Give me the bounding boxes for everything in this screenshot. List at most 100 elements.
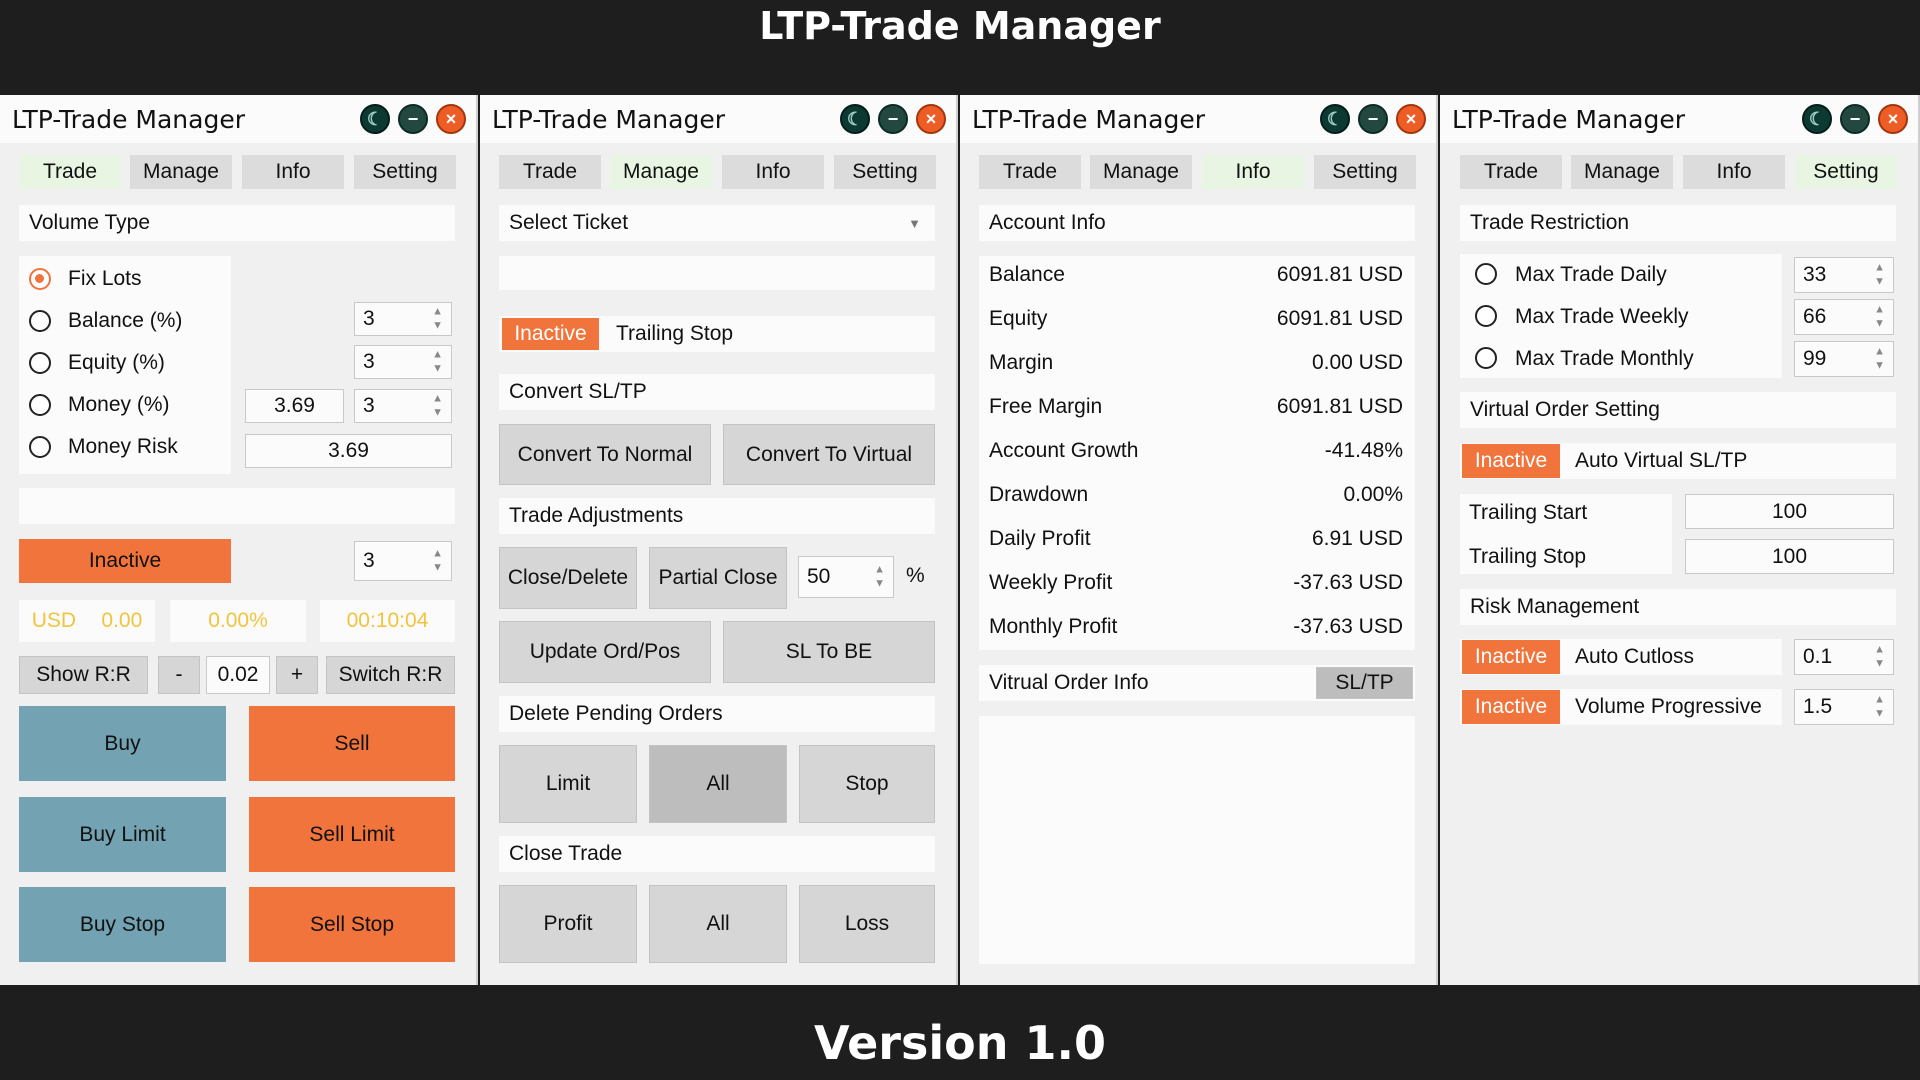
convert-to-normal-button[interactable]: Convert To Normal — [499, 424, 711, 485]
close-icon[interactable]: × — [1878, 104, 1908, 134]
partial-close-button[interactable]: Partial Close — [649, 547, 787, 609]
equity-pct-stepper[interactable]: 3 ▲ ▼ — [354, 345, 452, 379]
update-ord-pos-button[interactable]: Update Ord/Pos — [499, 621, 711, 683]
auto-cutloss-status[interactable]: Inactive — [1462, 640, 1560, 674]
tab-info[interactable]: Info — [1202, 155, 1304, 189]
show-rr-button[interactable]: Show R:R — [19, 656, 148, 694]
max-trade-weekly-stepper[interactable]: 66 ▲ ▼ — [1794, 299, 1894, 335]
trade-adjustments-header: Trade Adjustments — [499, 498, 935, 534]
radio-fix-lots[interactable] — [29, 268, 51, 290]
delete-limit-button[interactable]: Limit — [499, 745, 637, 823]
switch-rr-button[interactable]: Switch R:R — [326, 656, 455, 694]
close-trade-header: Close Trade — [499, 836, 935, 872]
minimize-icon[interactable]: − — [398, 104, 428, 134]
auto-cutloss-value: 0.1 — [1803, 645, 1833, 668]
tab-info[interactable]: Info — [1683, 155, 1785, 189]
trailing-start-field[interactable]: 100 — [1685, 494, 1894, 529]
partial-close-stepper[interactable]: 50 ▲ ▼ — [798, 556, 894, 598]
buy-stop-button[interactable]: Buy Stop — [19, 887, 226, 962]
partial-close-value: 50 — [807, 565, 831, 588]
radio-equity[interactable] — [29, 352, 51, 374]
buy-limit-button[interactable]: Buy Limit — [19, 797, 226, 872]
tab-info[interactable]: Info — [722, 155, 824, 189]
select-ticket-dropdown[interactable]: Select Ticket ▼ — [499, 205, 935, 241]
radio-balance[interactable] — [29, 310, 51, 332]
auto-virtual-status[interactable]: Inactive — [1462, 444, 1560, 478]
close-icon[interactable]: × — [1396, 104, 1426, 134]
sl-to-be-button[interactable]: SL To BE — [723, 621, 935, 683]
minimize-icon[interactable]: − — [1358, 104, 1388, 134]
volume-progressive-stepper[interactable]: 1.5 ▲ ▼ — [1794, 689, 1894, 725]
spinner-arrows-icon[interactable]: ▲ ▼ — [1874, 346, 1885, 372]
close-loss-button[interactable]: Loss — [799, 885, 935, 963]
info-value-monthly-profit: -37.63 USD — [1293, 615, 1403, 638]
convert-to-virtual-button[interactable]: Convert To Virtual — [723, 424, 935, 485]
moon-icon[interactable]: ☾ — [1320, 104, 1350, 134]
rr-minus-button[interactable]: - — [158, 656, 200, 694]
tab-setting[interactable]: Setting — [354, 155, 456, 189]
tab-manage[interactable]: Manage — [1571, 155, 1673, 189]
spinner-arrows-icon[interactable]: ▲ ▼ — [432, 548, 443, 574]
spinner-arrows-icon[interactable]: ▲ ▼ — [874, 564, 885, 590]
tab-manage[interactable]: Manage — [1090, 155, 1192, 189]
delete-all-button[interactable]: All — [649, 745, 787, 823]
close-icon[interactable]: × — [436, 104, 466, 134]
close-profit-button[interactable]: Profit — [499, 885, 637, 963]
balance-pct-stepper[interactable]: 3 ▲ ▼ — [354, 302, 452, 336]
spinner-arrows-icon[interactable]: ▲ ▼ — [1874, 644, 1885, 670]
close-all-button[interactable]: All — [649, 885, 787, 963]
trailing-stop-field[interactable]: 100 — [1685, 539, 1894, 574]
rr-plus-button[interactable]: + — [276, 656, 318, 694]
spinner-arrows-icon[interactable]: ▲ ▼ — [432, 349, 443, 375]
max-trade-daily-stepper[interactable]: 33 ▲ ▼ — [1794, 257, 1894, 293]
spinner-arrows-icon[interactable]: ▲ ▼ — [432, 306, 443, 332]
spinner-arrows-icon[interactable]: ▲ ▼ — [1874, 694, 1885, 720]
moon-icon[interactable]: ☾ — [840, 104, 870, 134]
spinner-arrows-icon[interactable]: ▲ ▼ — [432, 393, 443, 419]
version-label: Version 1.0 — [814, 1016, 1106, 1070]
trailing-stop-status[interactable]: Inactive — [502, 318, 599, 350]
sell-button[interactable]: Sell — [249, 706, 455, 781]
status-inactive-button[interactable]: Inactive — [19, 539, 231, 583]
buy-button[interactable]: Buy — [19, 706, 226, 781]
tab-manage[interactable]: Manage — [610, 155, 712, 189]
tab-setting[interactable]: Setting — [1314, 155, 1416, 189]
tab-trade[interactable]: Trade — [1460, 155, 1562, 189]
spinner-arrows-icon[interactable]: ▲ ▼ — [1874, 304, 1885, 330]
tab-info[interactable]: Info — [242, 155, 344, 189]
close-icon[interactable]: × — [916, 104, 946, 134]
max-trade-monthly-stepper[interactable]: 99 ▲ ▼ — [1794, 341, 1894, 377]
auto-cutloss-stepper[interactable]: 0.1 ▲ ▼ — [1794, 639, 1894, 675]
radio-money-pct[interactable] — [29, 394, 51, 416]
tab-trade[interactable]: Trade — [979, 155, 1081, 189]
moon-icon[interactable]: ☾ — [1802, 104, 1832, 134]
spinner-arrows-icon[interactable]: ▲ ▼ — [1874, 262, 1885, 288]
virtual-order-list — [979, 716, 1415, 964]
status-value-stepper[interactable]: 3 ▲ ▼ — [354, 541, 452, 581]
max-trade-weekly-label: Max Trade Weekly — [1515, 305, 1689, 328]
volume-progressive-value: 1.5 — [1803, 695, 1833, 718]
radio-max-trade-weekly[interactable] — [1475, 305, 1497, 327]
sell-limit-button[interactable]: Sell Limit — [249, 797, 455, 872]
tab-trade[interactable]: Trade — [19, 155, 121, 189]
info-value-balance: 6091.81 USD — [1276, 263, 1403, 286]
money-pct-stepper[interactable]: 3 ▲ ▼ — [354, 389, 452, 423]
sell-stop-button[interactable]: Sell Stop — [249, 887, 455, 962]
sltp-button[interactable]: SL/TP — [1316, 667, 1413, 699]
minimize-icon[interactable]: − — [878, 104, 908, 134]
radio-max-trade-monthly[interactable] — [1475, 347, 1497, 369]
money-risk-field[interactable]: 3.69 — [245, 434, 452, 468]
minimize-icon[interactable]: − — [1840, 104, 1870, 134]
moon-icon[interactable]: ☾ — [360, 104, 390, 134]
tab-manage[interactable]: Manage — [130, 155, 232, 189]
tab-setting[interactable]: Setting — [834, 155, 936, 189]
info-value-margin: 0.00 USD — [1311, 351, 1403, 374]
radio-money-risk[interactable] — [29, 436, 51, 458]
close-delete-button[interactable]: Close/Delete — [499, 547, 637, 609]
rr-step-field[interactable]: 0.02 — [206, 656, 270, 694]
delete-stop-button[interactable]: Stop — [799, 745, 935, 823]
volume-progressive-status[interactable]: Inactive — [1462, 690, 1560, 724]
tab-setting[interactable]: Setting — [1795, 155, 1897, 189]
tab-trade[interactable]: Trade — [499, 155, 601, 189]
radio-max-trade-daily[interactable] — [1475, 263, 1497, 285]
